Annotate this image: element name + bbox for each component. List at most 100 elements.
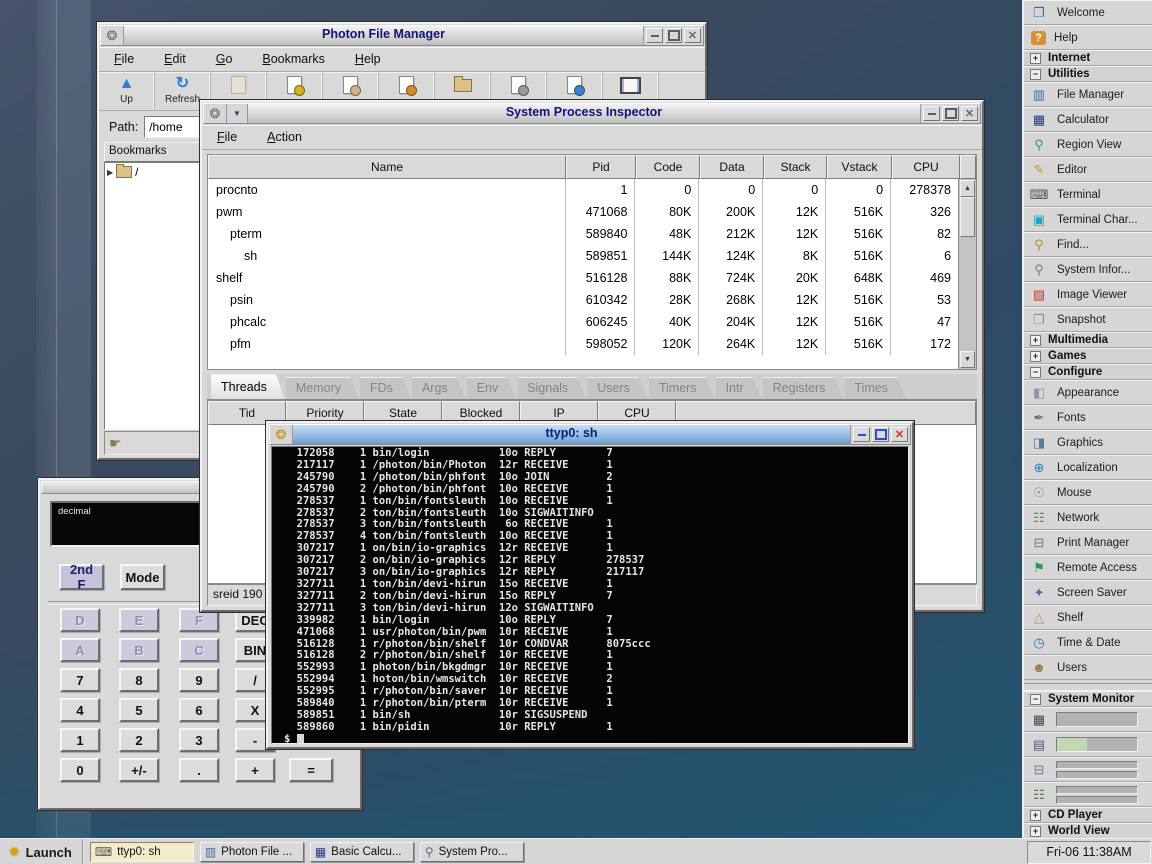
sidebar-item-users[interactable]: ☻Users: [1024, 655, 1152, 680]
calc-key-9[interactable]: 9: [179, 668, 219, 692]
expand-icon[interactable]: +: [1030, 351, 1041, 362]
system-menu-icon[interactable]: ❂: [270, 425, 293, 444]
bookmarks-tree[interactable]: ▶ /: [104, 162, 204, 430]
system-menu-icon[interactable]: ❂: [204, 104, 227, 123]
sidebar-group-cd-player[interactable]: +CD Player: [1024, 807, 1152, 823]
sidebar-group-utilities[interactable]: −Utilities: [1024, 66, 1152, 82]
pi-titlebar[interactable]: ❂ ▼ System Process Inspector ✕: [203, 103, 981, 124]
chevron-down-icon[interactable]: ▼: [227, 104, 248, 123]
scroll-up-icon[interactable]: ▲: [960, 180, 975, 197]
process-row-shelf[interactable]: shelf51612888K724K20K648K469: [208, 267, 959, 289]
sidebar-item-fonts[interactable]: ✒Fonts: [1024, 405, 1152, 430]
calc-key-4[interactable]: 4: [60, 698, 100, 722]
tab-fds[interactable]: FDs: [360, 377, 411, 399]
menu-item-file[interactable]: File: [202, 130, 252, 144]
collapse-icon[interactable]: −: [1030, 69, 1041, 80]
collapse-icon[interactable]: −: [1030, 367, 1041, 378]
sidebar-group-configure[interactable]: −Configure: [1024, 364, 1152, 380]
sidebar-item-shelf[interactable]: △Shelf: [1024, 605, 1152, 630]
calc-key-3[interactable]: 3: [179, 728, 219, 752]
expand-arrow-icon[interactable]: ▶: [107, 168, 113, 177]
sidebar-item-localization[interactable]: ⊕Localization: [1024, 455, 1152, 480]
maximize-button[interactable]: [942, 106, 959, 121]
calc-2ndf-button[interactable]: 2nd F: [59, 564, 104, 590]
sidebar-group-multimedia[interactable]: +Multimedia: [1024, 332, 1152, 348]
sidebar-item-time-date[interactable]: ◷Time & Date: [1024, 630, 1152, 655]
launch-button[interactable]: ✹ Launch: [0, 839, 84, 864]
collapse-icon[interactable]: −: [1030, 694, 1041, 705]
calc-key-8[interactable]: 8: [119, 668, 159, 692]
sidebar-item-terminal-char[interactable]: ▣Terminal Char...: [1024, 207, 1152, 232]
sidebar-item-appearance[interactable]: ◧Appearance: [1024, 380, 1152, 405]
calc-key-[interactable]: +: [235, 758, 275, 782]
sidebar-group-world-view[interactable]: +World View: [1024, 823, 1152, 838]
vertical-scrollbar[interactable]: ▲ ▼: [958, 179, 976, 369]
menu-item-help[interactable]: Help: [340, 52, 396, 66]
system-menu-icon[interactable]: ❂: [101, 26, 124, 45]
terminal-titlebar[interactable]: ❂ ttyp0: sh ✕: [269, 424, 911, 445]
menu-item-bookmarks[interactable]: Bookmarks: [247, 52, 340, 66]
tab-signals[interactable]: Signals: [517, 377, 586, 399]
sidebar-item-terminal[interactable]: ⌨Terminal: [1024, 182, 1152, 207]
process-row-phcalc[interactable]: phcalc60624540K204K12K516K47: [208, 311, 959, 333]
close-button[interactable]: ✕: [891, 427, 908, 442]
tab-memory[interactable]: Memory: [286, 377, 359, 399]
calc-key-b[interactable]: B: [119, 638, 159, 662]
sidebar-item-editor[interactable]: ✎Editor: [1024, 157, 1152, 182]
tab-registers[interactable]: Registers: [763, 377, 844, 399]
task-button-photon-file[interactable]: ▥Photon File ...: [200, 842, 304, 862]
sidebar-group-internet[interactable]: +Internet: [1024, 50, 1152, 66]
sidebar-item-find[interactable]: ⚲Find...: [1024, 232, 1152, 257]
expand-icon[interactable]: +: [1030, 810, 1041, 821]
sidebar-item-mouse[interactable]: ☉Mouse: [1024, 480, 1152, 505]
sidebar-group-games[interactable]: +Games: [1024, 348, 1152, 364]
calc-key-[interactable]: =: [289, 758, 333, 782]
fm-titlebar[interactable]: ❂ Photon File Manager ✕: [100, 25, 704, 46]
tab-env[interactable]: Env: [467, 377, 517, 399]
bookmark-root-item[interactable]: ▶ /: [107, 165, 201, 179]
tab-timers[interactable]: Timers: [649, 377, 715, 399]
expand-icon[interactable]: +: [1030, 335, 1041, 346]
close-button[interactable]: ✕: [961, 106, 978, 121]
sidebar-group-system-monitor[interactable]: −System Monitor: [1024, 691, 1152, 707]
process-row-pwm[interactable]: pwm47106880K200K12K516K326: [208, 201, 959, 223]
column-header-data[interactable]: Data: [700, 155, 764, 179]
expand-icon[interactable]: +: [1030, 826, 1041, 837]
maximize-button[interactable]: [665, 28, 682, 43]
scrollbar-thumb[interactable]: [960, 197, 975, 237]
process-row-pfm[interactable]: pfm598052120K264K12K516K172: [208, 333, 959, 355]
sidebar-item-print-manager[interactable]: ⊟Print Manager: [1024, 530, 1152, 555]
column-header-cpu[interactable]: CPU: [892, 155, 960, 179]
calc-key-[interactable]: +/-: [119, 758, 159, 782]
tab-args[interactable]: Args: [412, 377, 466, 399]
minimize-button[interactable]: [853, 427, 870, 442]
sidebar-item-image-viewer[interactable]: ▧Image Viewer: [1024, 282, 1152, 307]
calc-key-2[interactable]: 2: [119, 728, 159, 752]
menu-item-edit[interactable]: Edit: [149, 52, 201, 66]
sidebar-item-calculator[interactable]: ▦Calculator: [1024, 107, 1152, 132]
sidebar-item-file-manager[interactable]: ▥File Manager: [1024, 82, 1152, 107]
sidebar-item-welcome[interactable]: ❐Welcome: [1024, 0, 1152, 25]
minimize-button[interactable]: [923, 106, 940, 121]
sidebar-item-network[interactable]: ☷Network: [1024, 505, 1152, 530]
calc-key-1[interactable]: 1: [60, 728, 100, 752]
column-header-stack[interactable]: Stack: [764, 155, 827, 179]
scroll-down-icon[interactable]: ▼: [960, 351, 975, 368]
sidebar-item-graphics[interactable]: ◨Graphics: [1024, 430, 1152, 455]
process-row-procnto[interactable]: procnto10000278378: [208, 179, 959, 201]
terminal-output[interactable]: 172058 1 bin/login 10o REPLY 7 217117 1 …: [272, 447, 908, 744]
process-row-psin[interactable]: psin61034228K268K12K516K53: [208, 289, 959, 311]
task-button-basic-calcu[interactable]: ▦Basic Calcu...: [310, 842, 414, 862]
calc-key-6[interactable]: 6: [179, 698, 219, 722]
process-row-pterm[interactable]: pterm58984048K212K12K516K82: [208, 223, 959, 245]
column-header-pid[interactable]: Pid: [566, 155, 636, 179]
task-button-ttyp0-sh[interactable]: ⌨ttyp0: sh: [90, 842, 194, 862]
tab-intr[interactable]: Intr: [716, 377, 762, 399]
close-button[interactable]: ✕: [684, 28, 701, 43]
calc-key-d[interactable]: D: [60, 608, 100, 632]
menu-item-file[interactable]: File: [99, 52, 149, 66]
task-button-system-pro[interactable]: ⚲System Pro...: [420, 842, 524, 862]
sidebar-item-system-infor[interactable]: ⚲System Infor...: [1024, 257, 1152, 282]
maximize-button[interactable]: [872, 427, 889, 442]
menu-item-action[interactable]: Action: [252, 130, 317, 144]
